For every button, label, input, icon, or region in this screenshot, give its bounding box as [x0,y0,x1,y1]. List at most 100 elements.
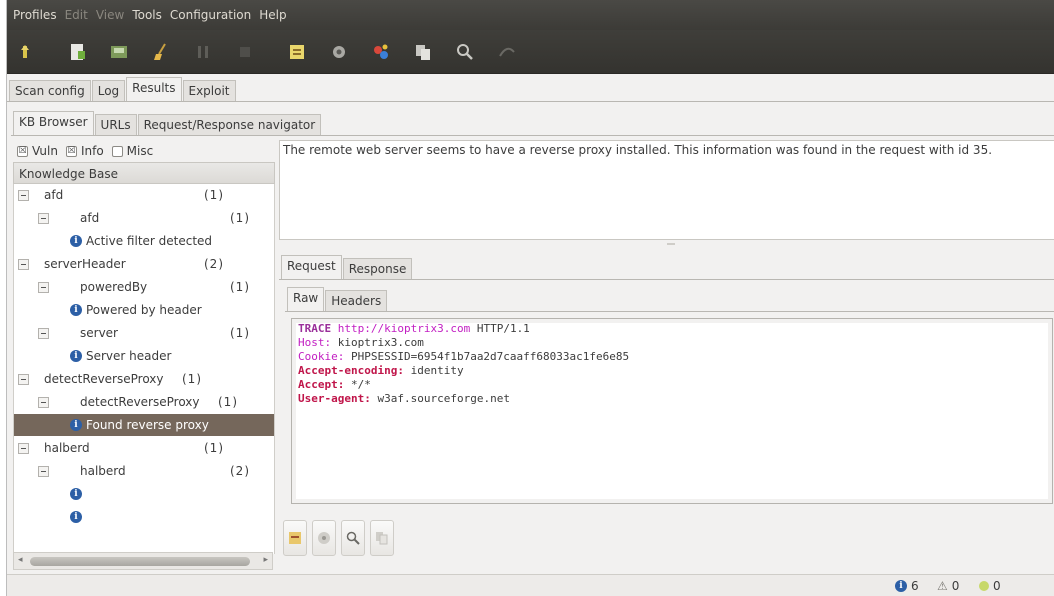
tree-row-halberd-info-1[interactable]: i [14,483,274,505]
vuln-checkbox[interactable]: ☒ [17,145,28,157]
send-to-fuzzy-button[interactable] [312,520,336,556]
search-button[interactable] [341,520,365,556]
new-profile-icon[interactable] [65,40,89,64]
kb-horizontal-scrollbar[interactable]: ◂ ▸ [13,552,273,570]
send-to-compare-button[interactable] [370,520,394,556]
tree-row-count: (1) [230,280,250,294]
scrollbar-thumb[interactable] [30,557,250,566]
raw-request-text[interactable]: TRACE http://kioptrix3.com HTTP/1.1 Host… [291,318,1053,504]
pause-icon[interactable] [191,40,215,64]
tree-row-server[interactable]: server (1) [14,322,274,344]
results-tabs: KB Browser URLs Request/Response navigat… [13,110,322,136]
info-icon: i [895,580,907,592]
tab-headers[interactable]: Headers [325,290,388,312]
tree-row-label: afd [80,211,100,225]
scroll-left-icon[interactable]: ◂ [18,555,23,565]
tree-row-active-filter-detected[interactable]: i Active filter detected [14,230,274,252]
compare-icon[interactable] [453,40,477,64]
collapse-icon[interactable] [18,442,29,454]
start-icon[interactable] [13,40,37,64]
header-name: Accept-encoding: [298,364,404,377]
kb-panel: ☒ Vuln ☒ Info Misc Knowledge Base afd (1) … [13,140,275,572]
collapse-icon[interactable] [18,189,29,201]
tree-row-powered-by-header[interactable]: i Powered by header [14,299,274,321]
filter-vuln[interactable]: ☒ Vuln [17,144,58,158]
request-url: http://kioptrix3.com [337,322,471,335]
tree-row-halberd[interactable]: halberd (1) [14,437,274,459]
tree-row-count: (1) [182,372,202,386]
collapse-icon[interactable] [38,212,49,224]
tree-row-serverheader[interactable]: serverHeader (2) [14,253,274,275]
tree-row-count: (1) [230,211,250,225]
tree-row-halberd-child[interactable]: halberd (2) [14,460,274,482]
menu-help[interactable]: Help [259,8,286,22]
tab-raw[interactable]: Raw [287,287,325,312]
tab-scan-config[interactable]: Scan config [9,80,91,102]
tree-row-afd-child[interactable]: afd (1) [14,207,274,229]
collapse-icon[interactable] [38,327,49,339]
info-count-value: 6 [911,579,919,593]
export-request-icon[interactable] [411,40,435,64]
info-icon: i [70,235,82,247]
filter-info-label: Info [80,144,104,158]
clear-icon[interactable] [149,40,173,64]
main-tabs: Scan config Log Results Exploit [9,76,237,102]
tree-row-count: (1) [230,326,250,340]
tab-urls[interactable]: URLs [94,114,137,136]
warning-icon: ⚠ [937,579,948,593]
info-icon: i [70,511,82,523]
status-bar: i 6 ⚠ 0 0 [7,574,1054,596]
tree-row-count: (1) [204,441,224,455]
menu-profiles[interactable]: Profiles [13,8,57,22]
collapse-icon[interactable] [18,373,29,385]
menu-tools[interactable]: Tools [132,8,162,22]
proxy-icon[interactable] [495,40,519,64]
tree-row-server-header[interactable]: i Server header [14,345,274,367]
collapse-icon[interactable] [38,281,49,293]
w3af-window: Profiles Edit View Tools Configuration H… [6,0,1054,596]
tab-results[interactable]: Results [126,77,182,102]
tree-row-detectreverseproxy-child[interactable]: detectReverseProxy (1) [14,391,274,413]
filter-misc[interactable]: Misc [111,144,153,158]
misc-checkbox[interactable] [111,145,123,157]
menu-edit[interactable]: Edit [65,8,88,22]
collapse-icon[interactable] [38,396,49,408]
tree-row-halberd-info-2[interactable]: i [14,506,274,528]
tab-request[interactable]: Request [281,255,342,280]
header-line-user-agent: User-agent: w3af.sourceforge.net [298,392,1046,406]
fuzzy-request-icon[interactable] [327,40,351,64]
tab-exploit[interactable]: Exploit [182,80,236,102]
tree-row-poweredby[interactable]: poweredBy (1) [14,276,274,298]
pane-resize-handle[interactable] [667,243,675,245]
encode-decode-icon[interactable] [369,40,393,64]
send-to-manual-request-button[interactable] [283,520,307,556]
info-icon: i [70,304,82,316]
menu-configuration[interactable]: Configuration [170,8,251,22]
save-profile-icon[interactable] [107,40,131,64]
scroll-right-icon[interactable]: ▸ [263,555,268,565]
header-value: */* [350,378,371,391]
kb-column-header[interactable]: Knowledge Base [13,162,275,184]
header-line-accept-encoding: Accept-encoding: identity [298,364,1046,378]
tree-row-count: (2) [230,464,250,478]
tree-row-afd[interactable]: afd (1) [14,184,274,206]
tree-row-label: poweredBy [80,280,148,294]
toolbar [7,30,1054,74]
tree-row-detectreverseproxy[interactable]: detectReverseProxy (1) [14,368,274,390]
filter-info[interactable]: ☒ Info [65,144,104,158]
stop-icon[interactable] [233,40,257,64]
info-checkbox[interactable]: ☒ [65,145,77,157]
tree-row-label: detectReverseProxy [44,372,164,386]
tab-response[interactable]: Response [342,258,413,280]
collapse-icon[interactable] [38,465,49,477]
tree-row-count: (1) [204,188,224,202]
collapse-icon[interactable] [18,258,29,270]
tab-log[interactable]: Log [91,80,126,102]
header-value: PHPSESSID=6954f1b7aa2d7caaff68033ac1fe6e… [350,350,630,363]
tab-kb-browser[interactable]: KB Browser [13,111,94,136]
tab-request-response-navigator[interactable]: Request/Response navigator [137,114,322,136]
menu-view[interactable]: View [96,8,124,22]
manual-request-icon[interactable] [285,40,309,64]
tree-row-found-reverse-proxy[interactable]: i Found reverse proxy [14,414,274,436]
tree-row-label: detectReverseProxy [80,395,200,409]
